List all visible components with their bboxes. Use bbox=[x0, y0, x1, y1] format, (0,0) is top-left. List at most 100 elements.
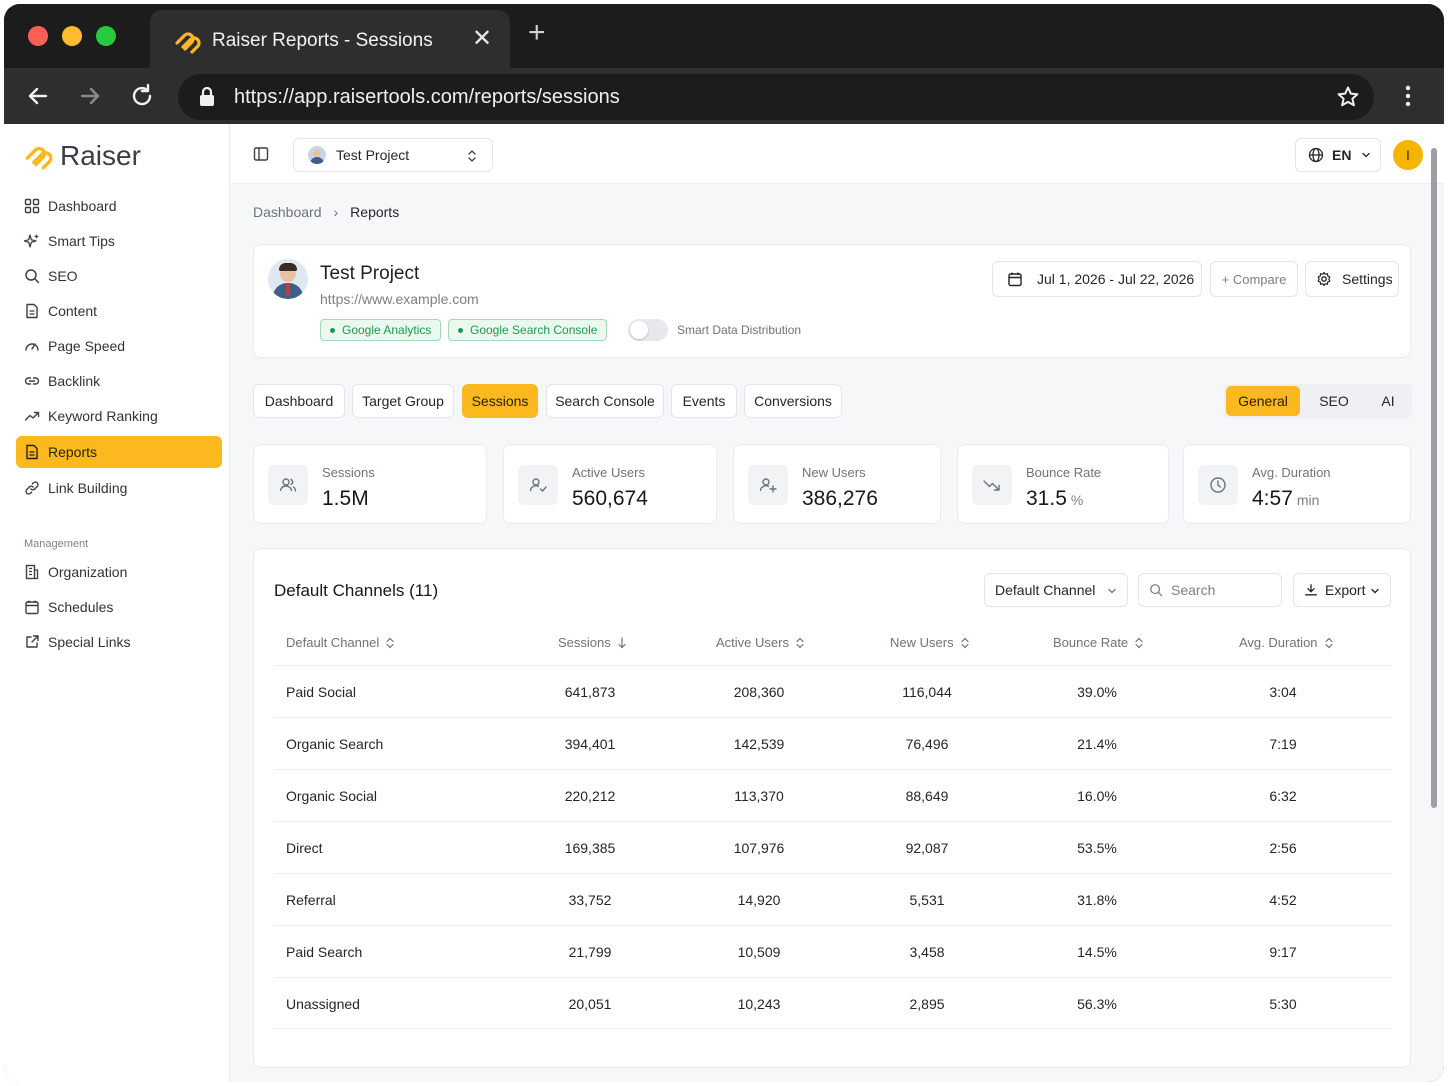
cell-sessions: 641,873 bbox=[564, 684, 616, 700]
project-url[interactable]: https://www.example.com bbox=[320, 291, 479, 307]
tab-conversions[interactable]: Conversions bbox=[744, 384, 842, 418]
breadcrumb-dashboard-link[interactable]: Dashboard bbox=[253, 204, 322, 220]
sidebar-item-organization[interactable]: Organization bbox=[16, 556, 222, 588]
table-row[interactable]: Paid Search 21,799 10,509 3,458 14.5% 9:… bbox=[274, 925, 1392, 977]
sidebar-item-special-links[interactable]: Special Links bbox=[16, 626, 222, 658]
view-mode-general[interactable]: General bbox=[1226, 386, 1300, 416]
sidebar-item-content[interactable]: Content bbox=[16, 295, 222, 327]
cell-active-users: 14,920 bbox=[737, 892, 781, 908]
tab-search-console[interactable]: Search Console bbox=[546, 384, 664, 418]
tab-target-group[interactable]: Target Group bbox=[352, 384, 454, 418]
sidebar-item-seo[interactable]: SEO bbox=[16, 260, 222, 292]
globe-icon bbox=[1308, 147, 1324, 163]
address-bar[interactable]: https://app.raisertools.com/reports/sess… bbox=[178, 74, 1374, 120]
chevron-down-icon bbox=[1108, 588, 1116, 594]
smart-data-toggle[interactable] bbox=[628, 319, 668, 341]
table-row[interactable]: Referral 33,752 14,920 5,531 31.8% 4:52 bbox=[274, 873, 1392, 925]
sidebar-item-keyword-ranking[interactable]: Keyword Ranking bbox=[16, 400, 222, 432]
metric-number: 31.5 bbox=[1026, 487, 1067, 510]
column-header-bounce-rate[interactable]: Bounce Rate bbox=[1053, 635, 1144, 650]
cell-bounce-rate: 16.0% bbox=[1077, 788, 1117, 804]
column-header-default-channel[interactable]: Default Channel bbox=[286, 635, 395, 650]
column-header-active-users[interactable]: Active Users bbox=[716, 635, 805, 650]
sidebar-item-dashboard[interactable]: Dashboard bbox=[16, 190, 222, 222]
bookmark-star-icon[interactable] bbox=[1336, 85, 1360, 109]
gauge-icon bbox=[25, 343, 39, 351]
view-mode-ai[interactable]: AI bbox=[1368, 386, 1408, 416]
language-selector[interactable]: EN bbox=[1295, 138, 1381, 172]
metric-value: 386,276 bbox=[802, 487, 878, 511]
sort-icon bbox=[386, 637, 394, 648]
default-channel-dropdown[interactable]: Default Channel bbox=[984, 573, 1128, 607]
maximize-window-button[interactable] bbox=[96, 26, 116, 46]
search-input[interactable]: Search bbox=[1138, 573, 1282, 607]
table-row[interactable]: Unassigned 20,051 10,243 2,895 56.3% 5:3… bbox=[274, 977, 1392, 1029]
metric-number: 1.5M bbox=[322, 487, 369, 510]
user-avatar[interactable]: I bbox=[1393, 140, 1423, 170]
cell-new-users: 3,458 bbox=[909, 944, 945, 960]
tab-dashboard[interactable]: Dashboard bbox=[253, 384, 345, 418]
chevron-down-icon bbox=[1362, 152, 1371, 158]
raiser-logo[interactable]: Raiser bbox=[22, 138, 141, 174]
browser-menu-icon[interactable] bbox=[1396, 84, 1420, 108]
new-tab-icon[interactable]: + bbox=[528, 18, 546, 48]
building-icon bbox=[25, 564, 39, 580]
table-row[interactable]: Organic Search 394,401 142,539 76,496 21… bbox=[274, 717, 1392, 769]
metric-value: 560,674 bbox=[572, 487, 648, 511]
calendar-icon bbox=[25, 600, 39, 615]
column-header-sessions[interactable]: Sessions bbox=[558, 635, 627, 650]
column-header-avg-duration[interactable]: Avg. Duration bbox=[1239, 635, 1334, 650]
export-button[interactable]: Export bbox=[1293, 573, 1391, 607]
project-selector[interactable]: Test Project bbox=[293, 138, 493, 172]
page-scrollbar[interactable] bbox=[1429, 134, 1439, 1074]
metric-number: 560,674 bbox=[572, 487, 648, 510]
metric-unit: min bbox=[1296, 492, 1320, 508]
chevron-down-icon bbox=[1371, 588, 1379, 594]
report-icon bbox=[26, 444, 38, 460]
browser-tab[interactable]: Raiser Reports - Sessions ✕ bbox=[150, 10, 510, 70]
cell-new-users: 76,496 bbox=[905, 736, 949, 752]
table-row[interactable]: Paid Social 641,873 208,360 116,044 39.0… bbox=[274, 665, 1392, 717]
trend-down-icon bbox=[972, 465, 1012, 505]
cell-avg-duration: 9:17 bbox=[1269, 944, 1297, 960]
column-header-label: Active Users bbox=[716, 635, 789, 650]
table-row[interactable]: Direct 169,385 107,976 92,087 53.5% 2:56 bbox=[274, 821, 1392, 873]
compare-button[interactable]: + Compare bbox=[1210, 261, 1298, 297]
back-arrow-icon[interactable] bbox=[24, 82, 52, 110]
settings-button[interactable]: Settings bbox=[1305, 261, 1399, 297]
tab-events[interactable]: Events bbox=[671, 384, 737, 418]
minimize-window-button[interactable] bbox=[62, 26, 82, 46]
google-analytics-badge: Google Analytics bbox=[320, 319, 442, 341]
cell-new-users: 116,044 bbox=[902, 684, 952, 700]
cell-active-users: 10,243 bbox=[737, 996, 781, 1012]
column-header-new-users[interactable]: New Users bbox=[890, 635, 970, 650]
close-tab-icon[interactable]: ✕ bbox=[472, 24, 492, 53]
metric-card-sessions: Sessions 1.5M bbox=[253, 444, 487, 524]
sidebar-item-page-speed[interactable]: Page Speed bbox=[16, 330, 222, 362]
cell-new-users: 5,531 bbox=[909, 892, 945, 908]
language-label: EN bbox=[1332, 147, 1352, 163]
sidebar-item-schedules[interactable]: Schedules bbox=[16, 591, 222, 623]
sidebar-item-label: Smart Tips bbox=[48, 233, 115, 249]
metric-number: 4:57 bbox=[1252, 487, 1293, 510]
date-range-picker[interactable]: Jul 1, 2026 - Jul 22, 2026 bbox=[992, 261, 1202, 297]
cell-bounce-rate: 53.5% bbox=[1077, 840, 1117, 856]
grid-icon bbox=[24, 198, 40, 214]
sidebar-item-smart-tips[interactable]: Smart Tips bbox=[16, 225, 222, 257]
sidebar-item-reports[interactable]: Reports bbox=[16, 436, 222, 468]
scrollbar-thumb[interactable] bbox=[1431, 148, 1437, 808]
table-row[interactable]: Organic Social 220,212 113,370 88,649 16… bbox=[274, 769, 1392, 821]
forward-arrow-icon[interactable] bbox=[76, 82, 104, 110]
cell-active-users: 107,976 bbox=[733, 840, 785, 856]
sidebar-item-backlink[interactable]: Backlink bbox=[16, 365, 222, 397]
cell-avg-duration: 7:19 bbox=[1269, 736, 1297, 752]
sidebar-item-label: Link Building bbox=[48, 480, 128, 496]
sidebar-item-link-building[interactable]: Link Building bbox=[16, 472, 222, 504]
tab-sessions[interactable]: Sessions bbox=[462, 384, 538, 418]
view-mode-seo[interactable]: SEO bbox=[1304, 386, 1364, 416]
metric-card-new-users: New Users 386,276 bbox=[733, 444, 941, 524]
close-window-button[interactable] bbox=[28, 26, 48, 46]
cell-avg-duration: 3:04 bbox=[1269, 684, 1297, 700]
toggle-sidebar-icon[interactable] bbox=[253, 146, 269, 162]
reload-icon[interactable] bbox=[128, 82, 156, 110]
